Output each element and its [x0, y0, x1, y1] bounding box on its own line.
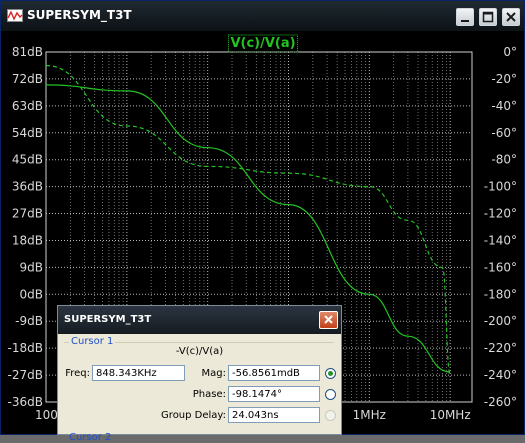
- left-tick-label: 9dB: [20, 260, 43, 274]
- left-tick-label: 54dB: [12, 126, 43, 140]
- right-tick-label: -100°: [484, 180, 517, 194]
- maximize-button[interactable]: [479, 8, 497, 26]
- right-tick-label: -60°: [491, 126, 517, 140]
- left-tick-label: 63dB: [12, 99, 43, 113]
- right-tick-label: -120°: [484, 207, 517, 221]
- left-tick-label: 18dB: [12, 233, 43, 247]
- cursor-dialog-title: SUPERSYM_T3T: [64, 314, 152, 325]
- window-title: SUPERSYM_T3T: [27, 8, 132, 22]
- right-tick-label: -160°: [484, 260, 517, 274]
- mag-field[interactable]: -56.8561mdB: [228, 365, 320, 381]
- right-tick-label: -40°: [491, 99, 517, 113]
- window-titlebar[interactable]: SUPERSYM_T3T: [1, 1, 524, 31]
- cursor-dialog[interactable]: SUPERSYM_T3T Cursor 1 -V(c)/V(a) Freq: 8…: [57, 305, 342, 443]
- left-tick-label: 27dB: [12, 207, 43, 221]
- cursor-expression: -V(c)/V(a): [175, 346, 224, 357]
- phase-radio[interactable]: [325, 389, 336, 400]
- left-tick-label: 72dB: [12, 72, 43, 86]
- group-delay-field[interactable]: 24.043ns: [228, 407, 320, 423]
- phase-field[interactable]: -98.1474°: [228, 386, 320, 402]
- left-tick-label: 0dB: [20, 287, 43, 301]
- waveform-app-icon: [7, 9, 23, 22]
- right-tick-label: 0°: [503, 45, 517, 59]
- right-tick-label: -140°: [484, 233, 517, 247]
- left-tick-label: -18dB: [8, 341, 43, 355]
- trace-label: V(c)/V(a): [230, 36, 295, 51]
- cursor2-group-label: Cursor 2: [69, 432, 112, 443]
- x-tick-label: 10MHz: [430, 408, 471, 422]
- group-delay-label: Group Delay:: [161, 410, 226, 421]
- cursor-dialog-close-button[interactable]: [319, 311, 338, 329]
- mag-label: Mag:: [201, 368, 226, 379]
- freq-label: Freq:: [65, 368, 90, 379]
- right-tick-label: -260°: [484, 395, 517, 409]
- group-delay-radio[interactable]: [325, 410, 336, 421]
- cursor-dialog-body: Cursor 1 -V(c)/V(a) Freq: 848.343KHz Mag…: [58, 334, 341, 443]
- right-tick-label: -180°: [484, 287, 517, 301]
- close-button[interactable]: [502, 8, 520, 26]
- mag-radio[interactable]: [325, 368, 336, 379]
- maximize-icon: [482, 11, 494, 23]
- minimize-icon: [461, 20, 469, 22]
- right-tick-label: -20°: [491, 72, 517, 86]
- left-tick-label: -27dB: [8, 368, 43, 382]
- right-tick-label: -80°: [491, 153, 517, 167]
- cursor-dialog-titlebar[interactable]: SUPERSYM_T3T: [58, 306, 341, 334]
- right-tick-label: -240°: [484, 368, 517, 382]
- left-tick-label: -36dB: [8, 395, 43, 409]
- left-tick-label: -9dB: [15, 314, 43, 328]
- left-tick-label: 36dB: [12, 180, 43, 194]
- right-tick-label: -200°: [484, 314, 517, 328]
- minimize-button[interactable]: [456, 8, 474, 26]
- close-icon: [506, 12, 516, 22]
- freq-field[interactable]: 848.343KHz: [92, 365, 185, 381]
- x-tick-label: 1MHz: [353, 408, 386, 422]
- left-tick-label: 81dB: [12, 45, 43, 59]
- left-tick-label: 45dB: [12, 153, 43, 167]
- right-tick-label: -220°: [484, 341, 517, 355]
- phase-label: Phase:: [192, 389, 226, 400]
- x-tick-label: 100: [35, 408, 58, 422]
- close-icon: [324, 315, 333, 324]
